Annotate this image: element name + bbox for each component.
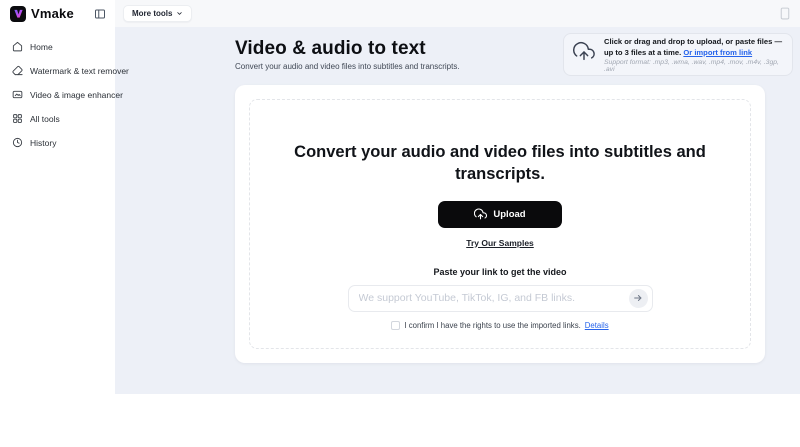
- converter-card: Convert your audio and video files into …: [235, 85, 765, 363]
- sidebar-item-video-image-enhancer[interactable]: Video & image enhancer: [0, 83, 123, 107]
- support-format-text: Support format: .mp3, .wma, .wav, .mp4, …: [604, 59, 779, 73]
- chevron-down-icon: [177, 12, 183, 15]
- grid-icon: [12, 113, 23, 126]
- sidebar-item-all-tools[interactable]: All tools: [0, 107, 115, 131]
- file-dropzone[interactable]: Convert your audio and video files into …: [249, 99, 751, 349]
- sidebar-collapse-icon[interactable]: [93, 7, 107, 21]
- details-link[interactable]: Details: [585, 321, 609, 330]
- topbar: More tools: [115, 0, 800, 27]
- main-content: Video & audio to text Convert your audio…: [115, 27, 800, 394]
- brand-name: Vmake: [31, 6, 74, 21]
- sidebar-item-label: Watermark & text remover: [30, 66, 129, 76]
- page-title: Video & audio to text: [235, 38, 426, 59]
- enhancer-icon: [12, 89, 23, 102]
- sidebar-item-history[interactable]: History: [0, 131, 115, 155]
- app-window: Vmake Home Watermark & text remover Vide…: [0, 0, 800, 447]
- mobile-app-icon[interactable]: [780, 7, 790, 20]
- more-tools-button[interactable]: More tools: [123, 5, 193, 22]
- brand-logo[interactable]: Vmake: [10, 5, 74, 22]
- eraser-icon: [12, 65, 23, 78]
- rights-confirm-checkbox[interactable]: [391, 320, 401, 330]
- upload-button-label: Upload: [493, 208, 526, 220]
- upload-cloud-icon: [474, 208, 488, 219]
- history-icon: [12, 137, 23, 150]
- import-from-link[interactable]: Or import from link: [683, 48, 752, 57]
- sidebar-item-label: Home: [30, 42, 53, 52]
- more-tools-label: More tools: [132, 9, 173, 18]
- home-icon: [12, 41, 23, 54]
- sidebar-item-label: All tools: [30, 114, 60, 124]
- vmake-logo-icon: [10, 5, 26, 22]
- arrow-right-icon: [634, 295, 642, 302]
- sidebar-item-label: Video & image enhancer: [30, 90, 123, 100]
- upload-cloud-icon: [572, 41, 595, 68]
- rights-confirm-row: I confirm I have the rights to use the i…: [391, 320, 609, 330]
- try-samples-link[interactable]: Try Our Samples: [466, 238, 534, 248]
- rights-confirm-text: I confirm I have the rights to use the i…: [404, 320, 581, 330]
- sidebar: Vmake Home Watermark & text remover Vide…: [0, 0, 129, 447]
- paste-link-label: Paste your link to get the video: [433, 266, 567, 277]
- card-headline: Convert your audio and video files into …: [294, 143, 706, 184]
- upload-hint-textblock: Click or drag and drop to upload, or pas…: [604, 36, 783, 73]
- sidebar-item-home[interactable]: Home: [0, 35, 115, 59]
- sidebar-item-label: History: [30, 138, 57, 148]
- page-subtitle: Convert your audio and video files into …: [235, 62, 460, 71]
- upload-hint-box[interactable]: Click or drag and drop to upload, or pas…: [563, 33, 793, 76]
- upload-button[interactable]: Upload: [438, 200, 562, 228]
- submit-link-button[interactable]: [628, 288, 648, 308]
- sidebar-nav: Home Watermark & text remover Video & im…: [0, 27, 129, 155]
- sidebar-item-watermark-remover[interactable]: Watermark & text remover: [0, 59, 129, 83]
- video-link-input[interactable]: [347, 284, 653, 312]
- sidebar-header: Vmake: [0, 0, 115, 27]
- link-input-wrap: [347, 284, 653, 312]
